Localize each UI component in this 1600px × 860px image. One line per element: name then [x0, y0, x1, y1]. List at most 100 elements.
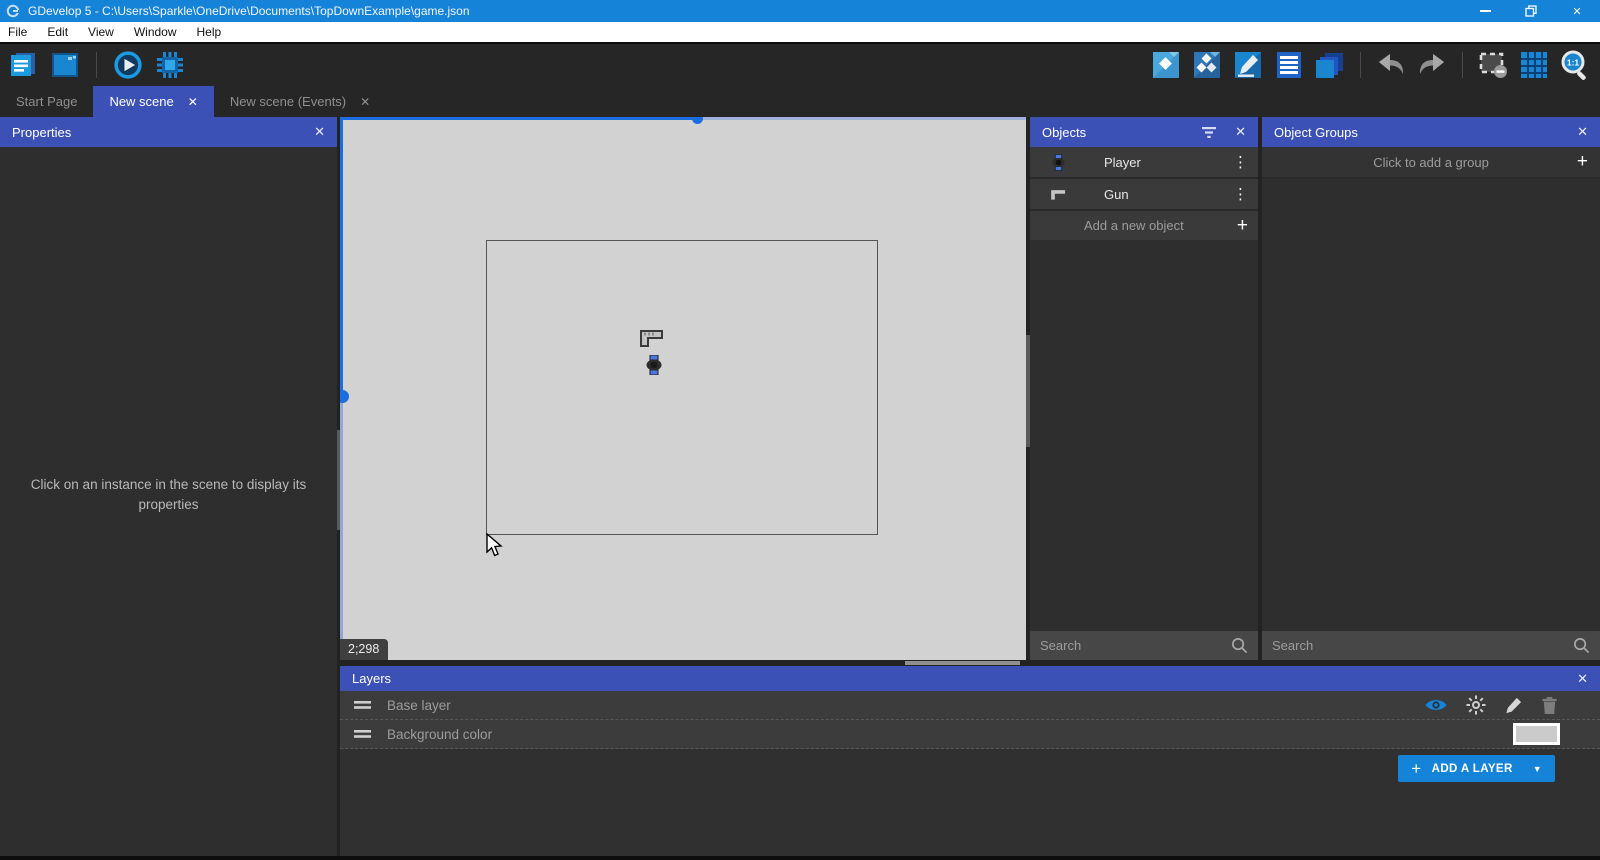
- zoom-original-button[interactable]: 1:1: [1560, 50, 1590, 80]
- scene-rectangle: [486, 240, 878, 535]
- tab-close-icon[interactable]: ✕: [188, 95, 198, 109]
- menu-edit[interactable]: Edit: [37, 22, 78, 42]
- start-page-icon: [52, 53, 78, 77]
- grid-button[interactable]: [1519, 50, 1549, 80]
- close-layers-icon[interactable]: ✕: [1577, 671, 1588, 687]
- scene-canvas[interactable]: 2;298: [340, 117, 1026, 660]
- objects-editor-icon: [1153, 52, 1179, 78]
- resize-handle-top[interactable]: [692, 117, 703, 124]
- redo-button[interactable]: [1417, 50, 1447, 80]
- canvas-horizontal-scrollbar[interactable]: [905, 661, 1020, 665]
- background-color-swatch[interactable]: [1513, 723, 1560, 745]
- resize-handle-left[interactable]: [340, 390, 349, 403]
- object-menu-icon[interactable]: ⋮: [1233, 153, 1248, 171]
- tabbar: Start Page New scene ✕ New scene (Events…: [0, 86, 1600, 117]
- groups-search-input[interactable]: [1272, 638, 1573, 653]
- layers-icon: [1316, 53, 1343, 78]
- object-groups-header: Object Groups ✕: [1262, 117, 1600, 147]
- close-properties-icon[interactable]: ✕: [314, 124, 325, 140]
- add-object-row[interactable]: Add a new object +: [1030, 211, 1258, 240]
- layers-title: Layers: [352, 671, 392, 686]
- gun-instance[interactable]: [639, 328, 665, 348]
- layers-editor-button[interactable]: [1315, 50, 1345, 80]
- bottom-edge: [0, 856, 1600, 860]
- layer-name: Background color: [387, 726, 493, 742]
- undo-arrow-icon: [1379, 54, 1404, 74]
- menu-file[interactable]: File: [0, 22, 37, 42]
- clear-selection-button[interactable]: [1478, 50, 1508, 80]
- menu-view[interactable]: View: [78, 22, 124, 42]
- gdevelop-window: GDevelop 5 - C:\Users\Sparkle\OneDrive\D…: [0, 0, 1600, 860]
- game-window-border-left: [340, 117, 343, 396]
- properties-editor-button[interactable]: [1233, 50, 1263, 80]
- close-objects-icon[interactable]: ✕: [1235, 124, 1246, 140]
- grid-icon: [1521, 52, 1547, 78]
- effects-icon[interactable]: [1466, 695, 1486, 715]
- close-window-button[interactable]: ✕: [1554, 0, 1600, 22]
- debug-chip-icon: [157, 52, 183, 78]
- zoom-1-1-icon: 1:1: [1561, 50, 1586, 80]
- search-icon: [1574, 638, 1590, 654]
- properties-empty-message: Click on an instance in the scene to dis…: [30, 477, 307, 513]
- preview-button[interactable]: [113, 50, 143, 80]
- debugger-button[interactable]: [155, 50, 185, 80]
- tab-close-icon[interactable]: ✕: [360, 95, 370, 109]
- instances-list-button[interactable]: [1274, 50, 1304, 80]
- add-group-plus-icon: +: [1576, 151, 1588, 172]
- project-manager-button[interactable]: [8, 50, 38, 80]
- object-groups-title: Object Groups: [1274, 124, 1358, 140]
- undo-button[interactable]: [1376, 50, 1406, 80]
- mouse-cursor: [486, 533, 503, 557]
- tab-start-page[interactable]: Start Page: [0, 86, 93, 117]
- close-object-groups-icon[interactable]: ✕: [1577, 124, 1588, 140]
- coordinates-badge: 2;298: [340, 639, 389, 660]
- tab-label: New scene: [109, 94, 174, 109]
- visibility-eye-icon[interactable]: [1424, 697, 1448, 713]
- player-object-icon: [1051, 153, 1065, 171]
- object-groups-panel: Object Groups ✕ Click to add a group +: [1262, 117, 1600, 660]
- filter-icon[interactable]: [1201, 126, 1217, 139]
- menu-help[interactable]: Help: [187, 22, 232, 42]
- delete-layer-trash-icon[interactable]: [1541, 696, 1558, 715]
- redo-arrow-icon: [1419, 54, 1444, 74]
- properties-title: Properties: [12, 124, 72, 140]
- object-groups-icon: [1194, 52, 1220, 78]
- add-group-row[interactable]: Click to add a group +: [1262, 147, 1600, 179]
- layer-row-background[interactable]: Background color: [340, 720, 1600, 749]
- menu-window[interactable]: Window: [124, 22, 187, 42]
- object-row-gun[interactable]: Gun ⋮: [1030, 179, 1258, 211]
- objects-search-input[interactable]: [1040, 638, 1231, 653]
- objects-title: Objects: [1042, 124, 1087, 140]
- gdevelop-logo-icon: [6, 4, 20, 18]
- add-layer-label: ADD A LAYER: [1431, 762, 1513, 775]
- objects-panel: Objects ✕ Player ⋮ Gun ⋮ Add a new objec…: [1030, 117, 1258, 660]
- object-row-player[interactable]: Player ⋮: [1030, 147, 1258, 179]
- add-object-plus-icon: +: [1236, 214, 1248, 236]
- tab-label: Start Page: [16, 94, 78, 109]
- objects-search-row: [1030, 631, 1258, 660]
- toolbar: 1:1: [0, 42, 1600, 86]
- add-object-label: Add a new object: [1084, 218, 1184, 233]
- toolbar-separator: [96, 52, 97, 78]
- objects-editor-button[interactable]: [1151, 50, 1181, 80]
- object-menu-icon[interactable]: ⋮: [1233, 185, 1248, 203]
- groups-search-row: [1262, 631, 1600, 660]
- tab-new-scene-events[interactable]: New scene (Events) ✕: [214, 86, 386, 117]
- add-layer-button[interactable]: + ADD A LAYER ▼: [1398, 755, 1555, 782]
- player-instance[interactable]: [646, 355, 662, 375]
- layer-row-base[interactable]: Base layer: [340, 691, 1600, 720]
- close-icon: ✕: [1572, 5, 1582, 18]
- toolbar-separator: [1462, 52, 1463, 78]
- restore-button[interactable]: [1508, 0, 1554, 22]
- object-groups-button[interactable]: [1192, 50, 1222, 80]
- play-icon: [114, 51, 142, 79]
- drag-handle-icon[interactable]: [354, 730, 371, 738]
- tab-new-scene[interactable]: New scene ✕: [93, 86, 214, 117]
- titlebar: GDevelop 5 - C:\Users\Sparkle\OneDrive\D…: [0, 0, 1600, 22]
- add-layer-dropdown-icon[interactable]: ▼: [1533, 764, 1542, 774]
- drag-handle-icon[interactable]: [354, 701, 371, 709]
- edit-layer-pencil-icon[interactable]: [1504, 696, 1523, 715]
- add-layer-plus-icon: +: [1411, 758, 1422, 778]
- start-page-button[interactable]: [50, 50, 80, 80]
- minimize-button[interactable]: [1462, 0, 1508, 22]
